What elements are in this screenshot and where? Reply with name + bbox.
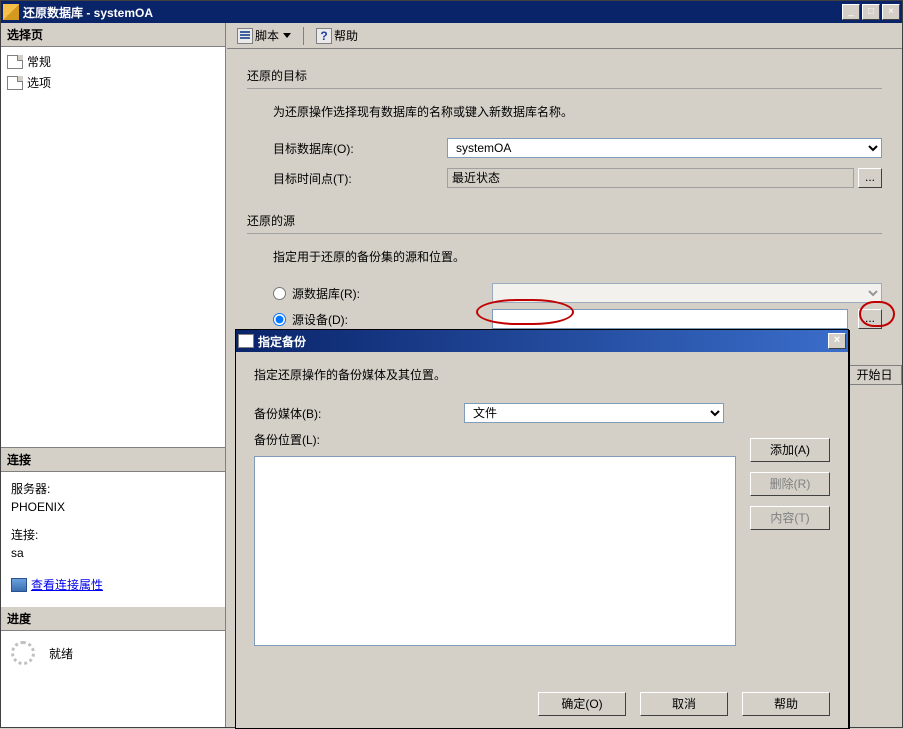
source-device-browse-button[interactable]: ... <box>858 309 882 329</box>
progress-panel: 进度 就绪 <box>1 607 225 675</box>
dialog-title: 指定备份 <box>258 333 828 350</box>
progress-status: 就绪 <box>49 645 73 662</box>
source-device-field[interactable] <box>492 309 848 329</box>
dropdown-caret-icon <box>283 33 291 38</box>
backup-location-listbox[interactable] <box>254 456 736 646</box>
source-db-label: 源数据库(R): <box>292 285 360 302</box>
src-help-text: 指定用于还原的备份集的源和位置。 <box>273 248 882 265</box>
target-db-label: 目标数据库(O): <box>247 140 447 157</box>
target-time-value: 最近状态 <box>447 168 854 188</box>
help-icon <box>316 28 332 44</box>
maximize-button[interactable]: □ <box>862 4 880 20</box>
script-label: 脚本 <box>255 27 279 44</box>
grid-column-startdate[interactable]: 开始日 <box>847 365 902 385</box>
src-section-title: 还原的源 <box>247 208 882 234</box>
specify-backup-dialog: 指定备份 × 指定还原操作的备份媒体及其位置。 备份媒体(B): 文件 备份位置… <box>235 329 849 729</box>
app-icon <box>3 4 19 20</box>
toolbar: 脚本 帮助 <box>227 23 902 49</box>
conn-label: 连接: <box>11 526 215 544</box>
ok-button[interactable]: 确定(O) <box>538 692 626 716</box>
progress-header: 进度 <box>1 607 225 631</box>
connection-panel: 连接 服务器: PHOENIX 连接: sa 查看连接属性 <box>1 447 225 605</box>
connection-icon <box>11 578 27 592</box>
close-button[interactable]: × <box>882 4 900 20</box>
progress-spinner-icon <box>11 641 35 665</box>
script-icon <box>237 28 253 44</box>
main-title-bar[interactable]: 还原数据库 - systemOA _ □ × <box>1 1 902 23</box>
script-button[interactable]: 脚本 <box>233 25 295 46</box>
contents-button: 内容(T) <box>750 506 830 530</box>
server-value: PHOENIX <box>11 498 215 516</box>
dest-help-text: 为还原操作选择现有数据库的名称或键入新数据库名称。 <box>273 103 882 120</box>
dialog-desc: 指定还原操作的备份媒体及其位置。 <box>254 366 830 383</box>
page-general[interactable]: 常规 <box>3 51 223 72</box>
backup-location-label: 备份位置(L): <box>254 431 464 448</box>
backup-media-label: 备份媒体(B): <box>254 405 464 422</box>
source-db-radio[interactable] <box>273 287 286 300</box>
backup-media-select[interactable]: 文件 <box>464 403 724 423</box>
conn-value: sa <box>11 544 215 562</box>
target-db-select[interactable]: systemOA <box>447 138 882 158</box>
page-icon <box>7 55 23 69</box>
minimize-button[interactable]: _ <box>842 4 860 20</box>
source-db-select <box>492 283 882 303</box>
source-device-radio[interactable] <box>273 313 286 326</box>
source-device-label: 源设备(D): <box>292 311 348 328</box>
dialog-help-button[interactable]: 帮助 <box>742 692 830 716</box>
add-button[interactable]: 添加(A) <box>750 438 830 462</box>
dialog-icon <box>238 334 254 348</box>
form-area: 还原的目标 为还原操作选择现有数据库的名称或键入新数据库名称。 目标数据库(O)… <box>227 49 902 329</box>
connection-header: 连接 <box>1 447 225 472</box>
remove-button: 删除(R) <box>750 472 830 496</box>
page-icon <box>7 76 23 90</box>
view-props-label: 查看连接属性 <box>31 576 103 594</box>
dialog-close-button[interactable]: × <box>828 333 846 349</box>
page-options[interactable]: 选项 <box>3 72 223 93</box>
page-options-label: 选项 <box>27 74 51 91</box>
help-button[interactable]: 帮助 <box>312 25 362 46</box>
select-page-header: 选择页 <box>1 23 225 47</box>
page-tree: 常规 选项 <box>1 47 225 97</box>
target-time-label: 目标时间点(T): <box>247 170 447 187</box>
left-pane: 选择页 常规 选项 连接 服务器: PHOENIX 连接: sa <box>1 23 226 727</box>
window-title: 还原数据库 - systemOA <box>23 4 842 21</box>
target-time-browse-button[interactable]: ... <box>858 168 882 188</box>
dialog-title-bar[interactable]: 指定备份 × <box>236 330 848 352</box>
help-label: 帮助 <box>334 27 358 44</box>
dest-section-title: 还原的目标 <box>247 63 882 89</box>
page-general-label: 常规 <box>27 53 51 70</box>
cancel-button[interactable]: 取消 <box>640 692 728 716</box>
toolbar-separator <box>303 27 304 45</box>
server-label: 服务器: <box>11 480 215 498</box>
restore-db-window: 还原数据库 - systemOA _ □ × 选择页 常规 选项 连接 服务器:… <box>0 0 903 728</box>
view-connection-props-link[interactable]: 查看连接属性 <box>11 576 103 594</box>
